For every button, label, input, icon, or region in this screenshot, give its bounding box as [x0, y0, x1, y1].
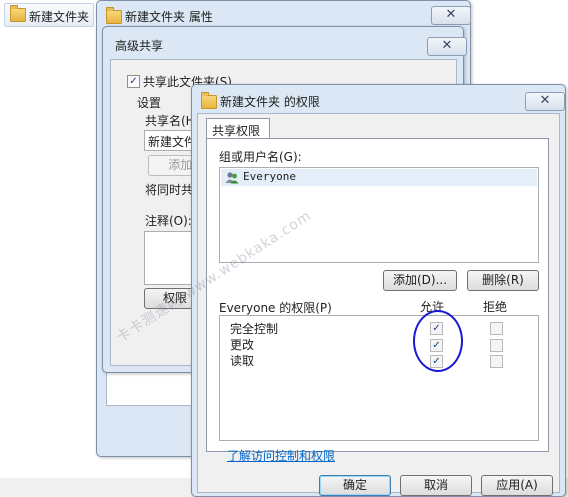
highlight-circle	[413, 310, 463, 372]
properties-window-title: 新建文件夹 属性	[125, 10, 213, 24]
cancel-button-label: 取消	[423, 478, 448, 492]
permissions-close-button[interactable]: ✕	[525, 92, 565, 111]
group-user-label: 组或用户名(G):	[219, 150, 302, 164]
check-icon: ✓	[129, 76, 138, 87]
ok-button-label: 确定	[342, 478, 367, 492]
permissions-list: 完全控制 ✓ 更改 ✓ 读取 ✓	[219, 315, 539, 441]
user-limit-label: 将同时共	[145, 183, 194, 197]
properties-close-button[interactable]: ✕	[431, 6, 471, 25]
share-folder-checkbox[interactable]: ✓	[127, 75, 140, 88]
close-icon: ✕	[445, 7, 457, 22]
permissions-header: Everyone 的权限(P)	[219, 301, 332, 315]
permission-name: 更改	[230, 338, 255, 352]
deny-checkbox[interactable]	[490, 339, 503, 352]
folder-icon	[10, 5, 26, 22]
deny-checkbox[interactable]	[490, 355, 503, 368]
tab-panel: 组或用户名(G): Everyone 添加(D)... 删除(R) Everyo…	[206, 138, 549, 463]
tab-share-permissions-label: 共享权限	[212, 124, 261, 138]
explorer-folder-tab[interactable]: 新建文件夹	[4, 3, 94, 27]
permission-name: 完全控制	[230, 322, 279, 336]
add-user-button[interactable]: 添加(D)...	[383, 270, 457, 291]
permission-name: 读取	[230, 354, 255, 368]
folder-icon	[106, 7, 122, 24]
tab-share-permissions[interactable]: 共享权限	[206, 118, 270, 139]
permissions-dialog-body: 共享权限 组或用户名(G): Everyone 添加(D)... 删除(R) E…	[197, 113, 560, 496]
comment-label: 注释(O):	[145, 214, 192, 228]
close-icon: ✕	[539, 93, 551, 108]
apply-button[interactable]: 应用(A)	[481, 475, 553, 496]
advanced-sharing-close-button[interactable]: ✕	[427, 37, 467, 56]
close-icon: ✕	[441, 38, 453, 53]
permissions-dialog: 新建文件夹 的权限 ✕ 共享权限 组或用户名(G): Everyone 添加(D…	[191, 84, 566, 497]
apply-button-label: 应用(A)	[496, 478, 538, 492]
learn-access-control-link[interactable]: 了解访问控制和权限	[227, 447, 335, 464]
folder-icon	[201, 92, 217, 109]
remove-user-button[interactable]: 删除(R)	[467, 270, 539, 291]
settings-group-label: 设置	[137, 96, 162, 110]
add-user-label: 添加(D)...	[392, 273, 448, 287]
deny-header: 拒绝	[483, 300, 508, 314]
list-item[interactable]: Everyone	[221, 169, 537, 186]
permissions-dialog-title: 新建文件夹 的权限	[220, 95, 320, 109]
remove-user-label: 删除(R)	[482, 273, 524, 287]
cancel-button[interactable]: 取消	[400, 475, 472, 496]
advanced-sharing-title: 高级共享	[115, 39, 164, 53]
user-name: Everyone	[243, 170, 296, 183]
deny-checkbox[interactable]	[490, 322, 503, 335]
ok-button[interactable]: 确定	[319, 475, 391, 496]
explorer-tab-label: 新建文件夹	[29, 10, 90, 24]
users-icon	[225, 171, 239, 184]
share-name-value: 新建文件	[148, 135, 197, 149]
